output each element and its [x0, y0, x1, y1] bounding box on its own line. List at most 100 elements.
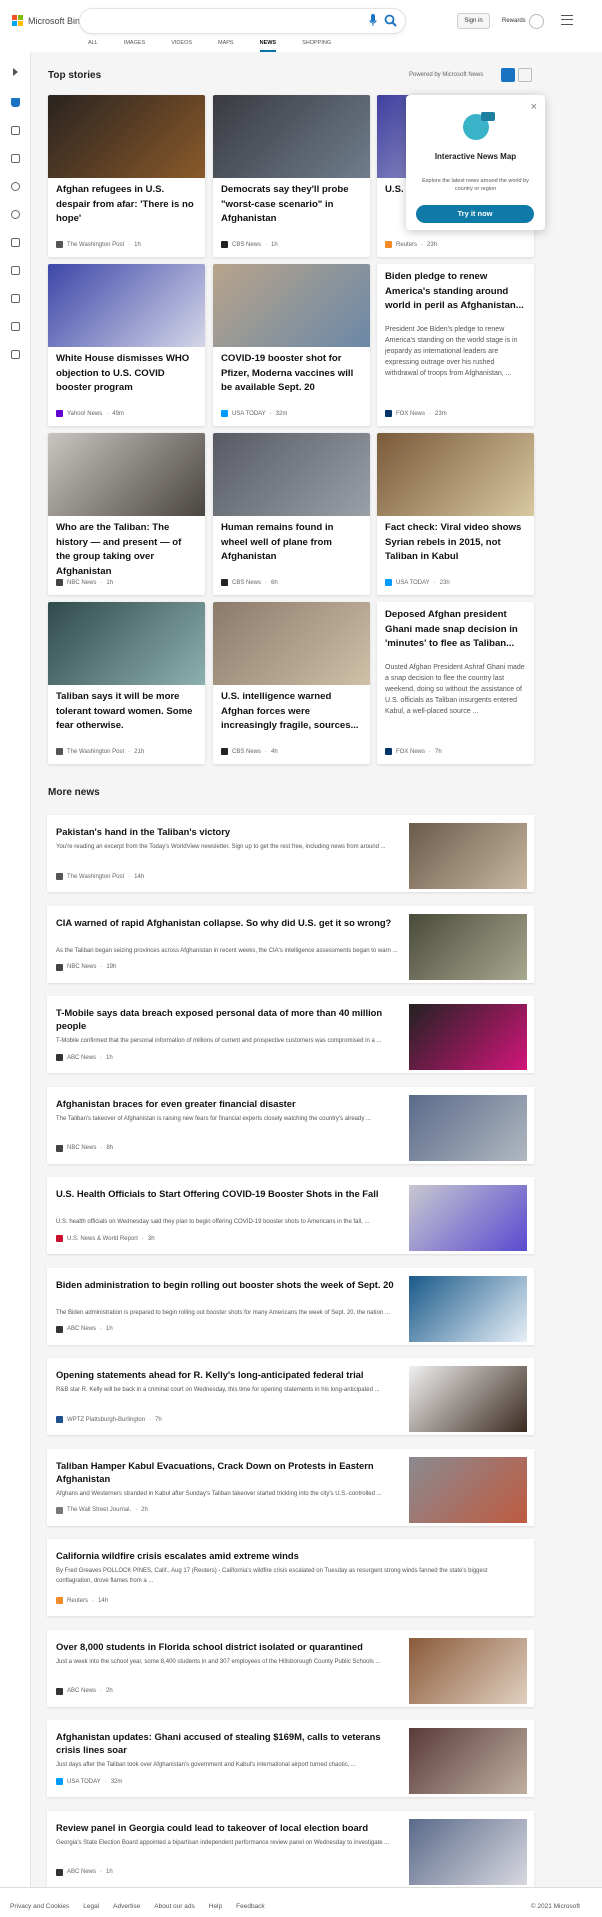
rail-icon-flag[interactable]: [11, 154, 20, 163]
close-icon[interactable]: ×: [531, 101, 537, 113]
footer-link-legal[interactable]: Legal: [83, 1903, 99, 1910]
news-title: Opening statements ahead for R. Kelly's …: [56, 1369, 364, 1380]
news-desc: By Fred Greaves POLLOCK PINES, Calif., A…: [56, 1568, 488, 1584]
separator: ·: [100, 1326, 103, 1332]
source-name: USA TODAY: [232, 410, 266, 417]
source-name: Reuters: [396, 241, 418, 248]
story-desc: President Joe Biden's pledge to renew Am…: [385, 326, 518, 377]
news-desc: T-Mobile confirmed that the personal inf…: [56, 1038, 382, 1044]
story-card[interactable]: Biden pledge to renew America's standing…: [377, 264, 534, 426]
footer-link-help[interactable]: Help: [209, 1903, 222, 1910]
story-source: Yahoo! News · 49m: [56, 410, 124, 417]
story-card[interactable]: White House dismisses WHO objection to U…: [48, 264, 205, 426]
story-time: 7h: [435, 748, 442, 755]
news-item[interactable]: Pakistan's hand in the Taliban's victory…: [47, 815, 534, 892]
sign-in-button[interactable]: Sign in: [457, 13, 490, 29]
rail-icon-politics[interactable]: [11, 322, 20, 331]
separator: ·: [100, 1145, 103, 1151]
story-source: NBC News · 1h: [56, 579, 113, 586]
rail-icon-local[interactable]: [11, 182, 20, 191]
tab-maps[interactable]: MAPS: [218, 40, 234, 52]
footer-link-advertise[interactable]: Advertise: [113, 1903, 140, 1910]
home-icon[interactable]: [11, 98, 20, 107]
story-source: The Washington Post · 21h: [56, 748, 144, 755]
story-image: [213, 602, 370, 685]
story-title: Deposed Afghan president Ghani made snap…: [385, 609, 518, 649]
rail-icon-world[interactable]: [11, 210, 20, 219]
story-card[interactable]: Human remains found in wheel well of pla…: [213, 433, 370, 595]
separator: ·: [128, 241, 131, 248]
source-name: FOX News: [396, 748, 426, 755]
rail-icon-science[interactable]: [11, 266, 20, 275]
tab-videos[interactable]: VIDEOS: [171, 40, 192, 52]
rail-icon-sports[interactable]: [11, 238, 20, 247]
story-card[interactable]: Deposed Afghan president Ghani made snap…: [377, 602, 534, 764]
source-name: FOX News: [396, 410, 426, 417]
story-card[interactable]: Afghan refugees in U.S. despair from afa…: [48, 95, 205, 257]
story-card[interactable]: Taliban says it will be more tolerant to…: [48, 602, 205, 764]
rail-icon-covid[interactable]: [11, 126, 20, 135]
news-item[interactable]: Biden administration to begin rolling ou…: [47, 1267, 534, 1345]
tab-all[interactable]: ALL: [88, 40, 98, 52]
news-item[interactable]: California wildfire crisis escalates ami…: [47, 1539, 534, 1616]
try-it-now-button[interactable]: Try it now: [416, 205, 534, 223]
news-source: The Wall Street Journal. · 2h: [56, 1506, 148, 1514]
news-item[interactable]: U.S. Health Officials to Start Offering …: [47, 1177, 534, 1254]
story-time: 1h: [106, 579, 114, 586]
rail-icon-business[interactable]: [11, 350, 20, 359]
separator: ·: [429, 410, 432, 417]
story-card[interactable]: Who are the Taliban: The history — and p…: [48, 433, 205, 595]
rail-icon-entertainment[interactable]: [11, 294, 20, 303]
rewards-button[interactable]: Rewards: [502, 13, 544, 29]
header: Microsoft Bing Sign in Rewards ALL IMAGE…: [0, 0, 602, 52]
publisher-logo-icon: [56, 410, 63, 417]
news-item[interactable]: Opening statements ahead for R. Kelly's …: [47, 1358, 534, 1435]
story-time: 23h: [439, 579, 450, 586]
source-name: Reuters: [67, 1597, 89, 1604]
expand-icon[interactable]: [13, 68, 18, 76]
map-view-icon[interactable]: [518, 68, 532, 82]
story-card[interactable]: Democrats say they'll probe "worst-case …: [213, 95, 370, 257]
news-item[interactable]: CIA warned of rapid Afghanistan collapse…: [47, 905, 534, 983]
news-item[interactable]: Over 8,000 students in Florida school di…: [47, 1629, 534, 1707]
grid-view-icon[interactable]: [501, 68, 515, 82]
story-card[interactable]: U.S. intelligence warned Afghan forces w…: [213, 602, 370, 764]
source-name: The Washington Post: [67, 748, 125, 755]
news-title: T-Mobile says data breach exposed person…: [56, 1007, 383, 1031]
news-title: California wildfire crisis escalates ami…: [56, 1550, 299, 1561]
bing-logo[interactable]: Microsoft Bing: [12, 15, 85, 26]
tab-images[interactable]: IMAGES: [124, 40, 145, 52]
publisher-logo-icon: [56, 1416, 63, 1423]
story-title: Afghan refugees in U.S. despair from afa…: [56, 184, 194, 224]
news-item[interactable]: Afghanistan updates: Ghani accused of st…: [47, 1720, 534, 1797]
news-item[interactable]: Review panel in Georgia could lead to ta…: [47, 1810, 534, 1888]
separator: ·: [104, 1778, 107, 1785]
news-title: Afghanistan updates: Ghani accused of st…: [56, 1731, 381, 1755]
news-source: ABC News · 1h: [56, 1325, 113, 1333]
news-source: ABC News · 1h: [56, 1054, 113, 1061]
footer-link-about-ads[interactable]: About our ads: [154, 1903, 194, 1910]
news-item[interactable]: Taliban Hamper Kabul Evacuations, Crack …: [47, 1448, 534, 1526]
tab-news[interactable]: NEWS: [259, 40, 277, 52]
tab-shopping[interactable]: SHOPPING: [302, 40, 331, 52]
news-item[interactable]: T-Mobile says data breach exposed person…: [47, 996, 534, 1073]
microsoft-logo-icon: [12, 15, 23, 26]
story-image: [377, 433, 534, 516]
hamburger-menu-icon[interactable]: [561, 15, 573, 25]
story-card[interactable]: COVID-19 booster shot for Pfizer, Modern…: [213, 264, 370, 426]
news-item[interactable]: Afghanistan braces for even greater fina…: [47, 1086, 534, 1164]
search-icon[interactable]: [384, 14, 397, 27]
story-source: CBS News · 4h: [221, 748, 278, 755]
popup-description: Explore the latest news around the world…: [422, 178, 529, 192]
news-desc: Just a week into the school year, some 8…: [56, 1658, 381, 1665]
microphone-icon[interactable]: [369, 14, 377, 27]
news-desc: As the Taliban began seizing provinces a…: [56, 947, 398, 954]
source-name: USA TODAY: [396, 579, 430, 586]
footer-link-privacy[interactable]: Privacy and Cookies: [10, 1903, 69, 1910]
story-source: The Washington Post · 1h: [56, 241, 141, 248]
story-card[interactable]: Fact check: Viral video shows Syrian reb…: [377, 433, 534, 595]
publisher-logo-icon: [56, 1235, 63, 1242]
footer-link-feedback[interactable]: Feedback: [236, 1903, 265, 1910]
search-input[interactable]: [80, 9, 405, 33]
separator: ·: [128, 873, 131, 880]
